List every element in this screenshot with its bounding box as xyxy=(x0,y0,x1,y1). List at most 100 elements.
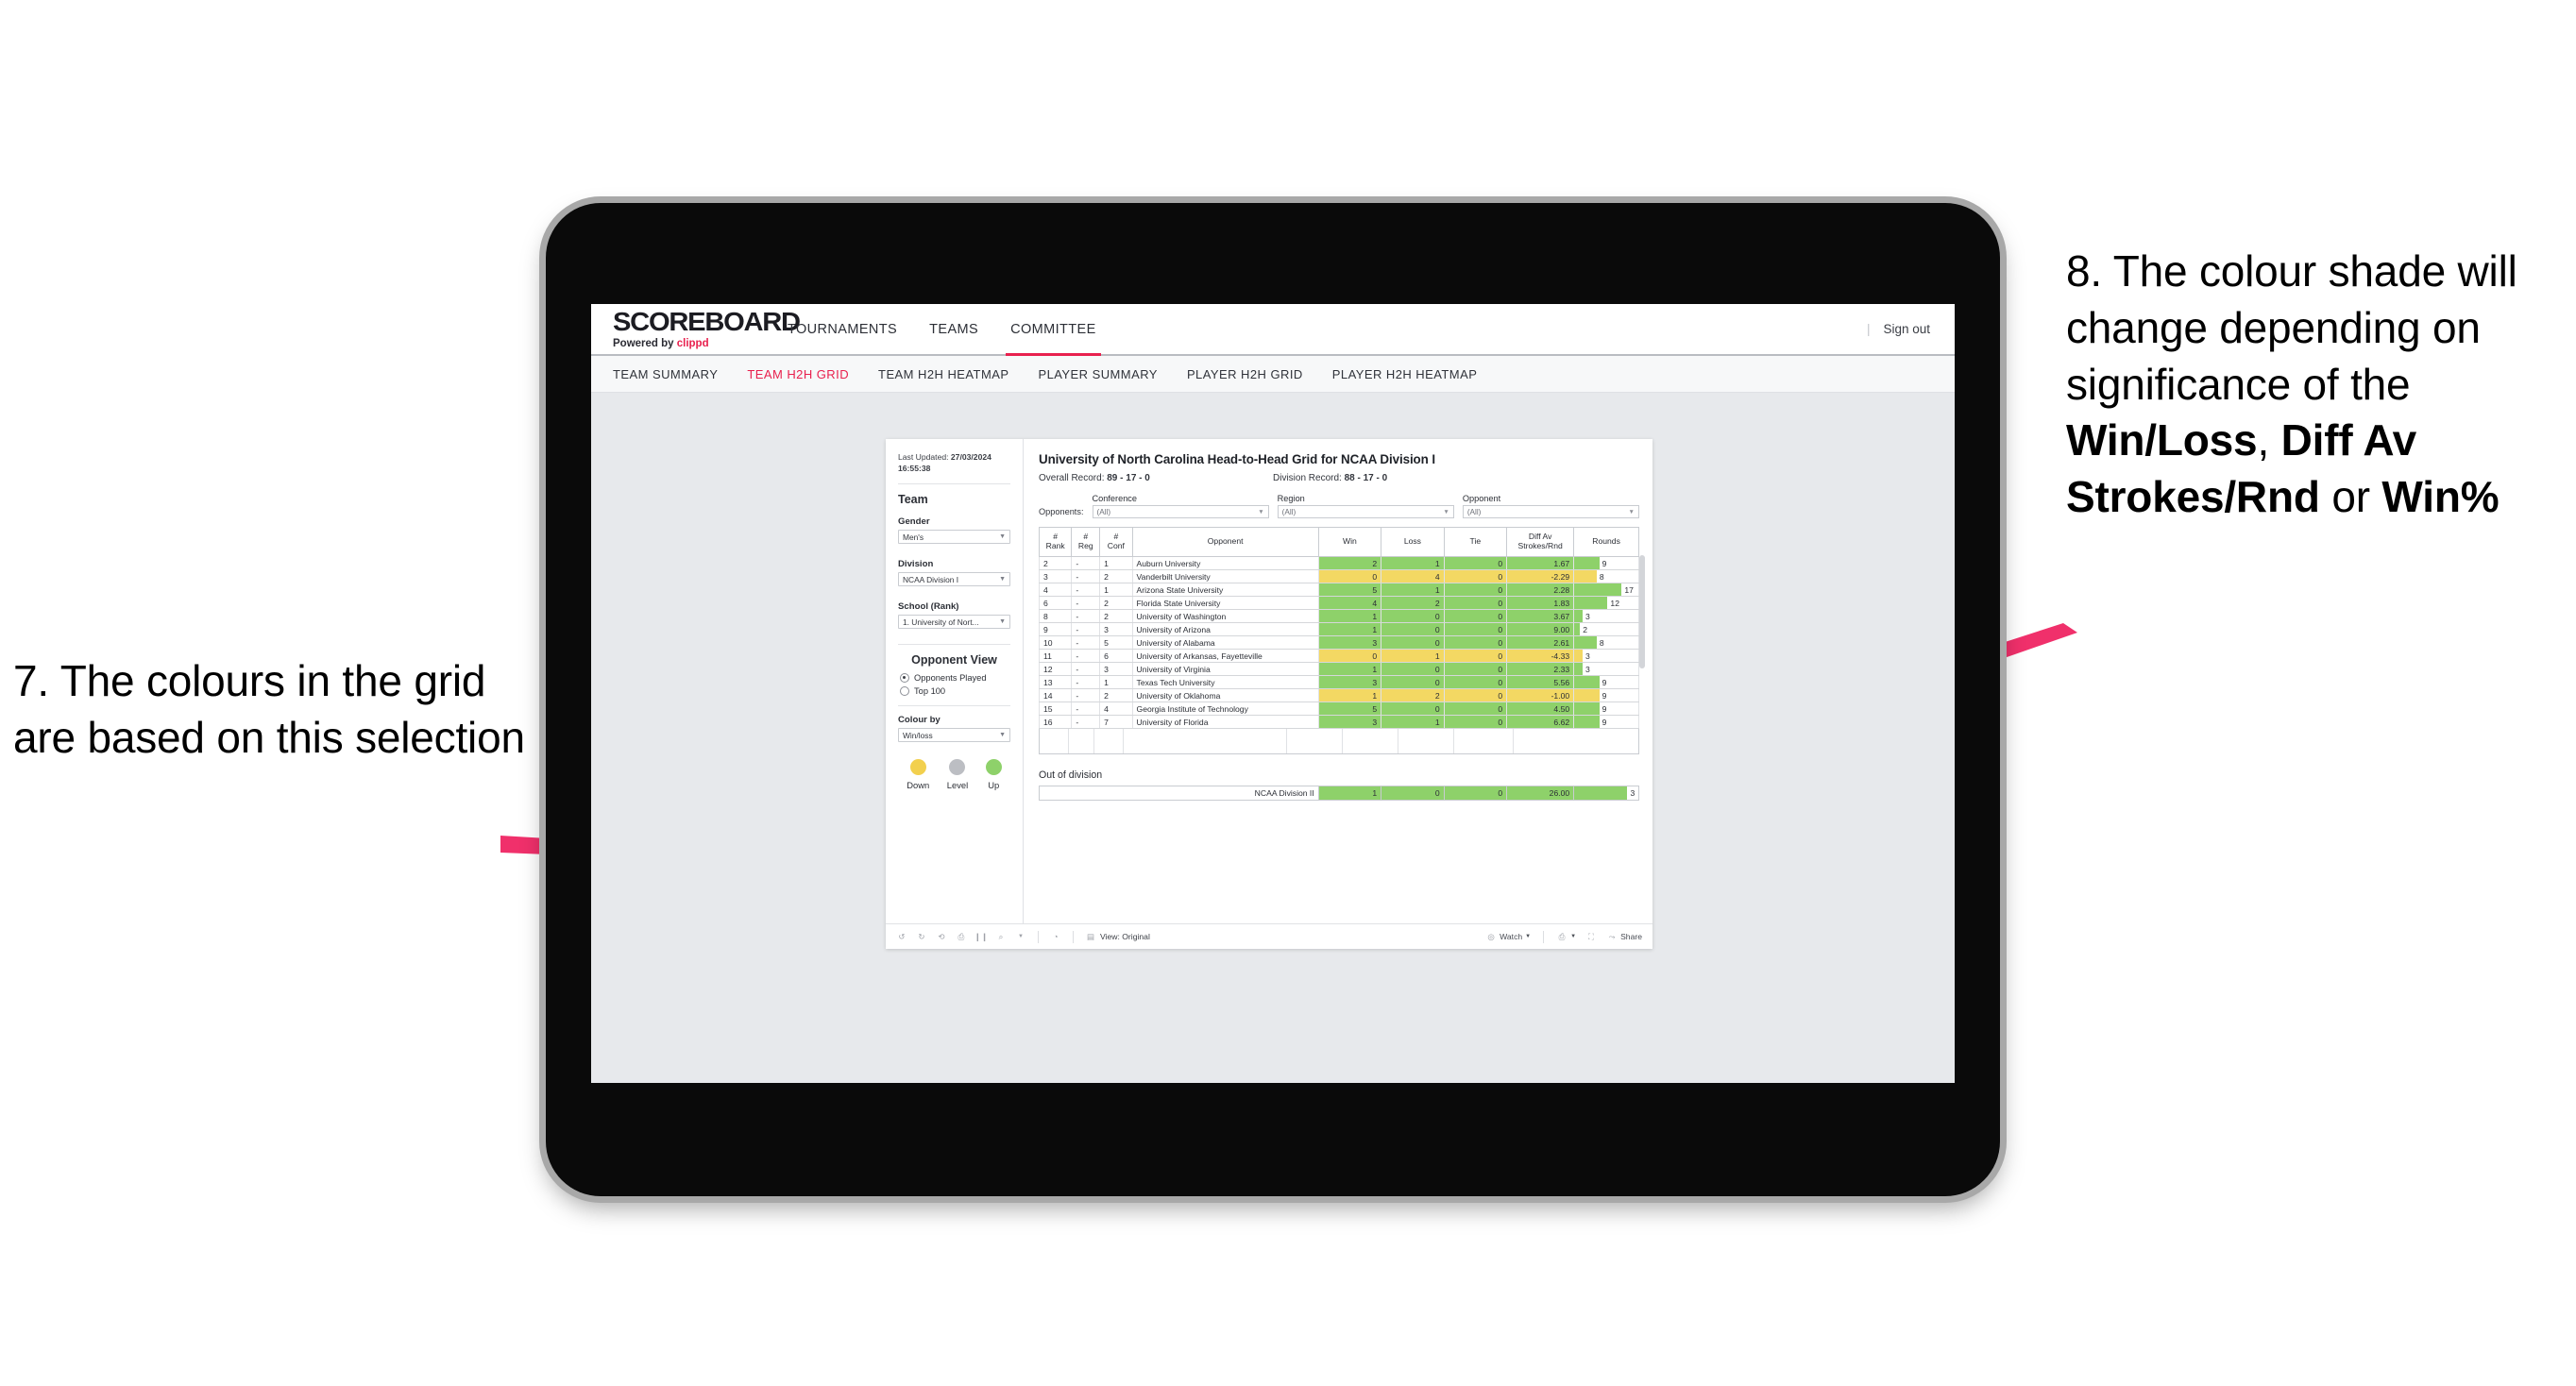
table-row[interactable]: 9-3 University of Arizona 1 0 0 9.00 2 xyxy=(1038,622,1639,636)
annotation-right-mid2: or xyxy=(2319,472,2382,522)
table-row[interactable]: 8-2 University of Washington 1 0 0 3.67 3 xyxy=(1038,609,1639,623)
cell-conf: 2 xyxy=(1099,569,1133,583)
subnav-item-player-summary[interactable]: PLAYER SUMMARY xyxy=(1038,367,1157,381)
cell-win: 3 xyxy=(1317,715,1382,729)
topnav-item-teams[interactable]: TEAMS xyxy=(913,304,994,354)
col-conf: # Conf xyxy=(1099,527,1133,557)
cell-win: 4 xyxy=(1317,596,1382,610)
radio-opponents-played-label: Opponents Played xyxy=(914,673,987,684)
cell-rounds: 8 xyxy=(1573,569,1639,583)
redo-icon[interactable]: ↻ xyxy=(916,931,927,942)
fullscreen-button[interactable]: ⛶ xyxy=(1585,931,1597,942)
watch-label: Watch xyxy=(1500,932,1523,941)
cell-diff: 1.67 xyxy=(1506,556,1575,570)
refresh-icon[interactable]: ⎙ xyxy=(956,931,967,942)
cell-reg: - xyxy=(1071,715,1101,729)
cell-loss: 0 xyxy=(1381,609,1445,623)
divider xyxy=(898,483,1010,485)
subnav-item-team-h2h-grid[interactable]: TEAM H2H GRID xyxy=(747,367,849,381)
cell-diff: 3.67 xyxy=(1506,609,1575,623)
overall-record-value: 89 - 17 - 0 xyxy=(1107,473,1150,483)
opponent-filter: Opponent (All) ▼ xyxy=(1462,494,1639,518)
cell-conf: 6 xyxy=(1099,649,1133,663)
cell-conf: 1 xyxy=(1099,675,1133,689)
radio-opponents-played[interactable]: Opponents Played xyxy=(900,673,1010,684)
subnav-item-player-h2h-grid[interactable]: PLAYER H2H GRID xyxy=(1187,367,1303,381)
table-row[interactable]: 3-2 Vanderbilt University 0 4 0 -2.29 8 xyxy=(1038,569,1639,583)
table-row[interactable]: 16-7 University of Florida 3 1 0 6.62 9 xyxy=(1038,715,1639,729)
gender-select[interactable]: Men's ▼ xyxy=(898,530,1010,545)
cell-reg: - xyxy=(1071,583,1101,597)
chevron-down-icon[interactable]: ▼ xyxy=(1015,931,1026,942)
pause-icon[interactable]: ❙❙ xyxy=(974,931,988,942)
subnav-item-team-summary[interactable]: TEAM SUMMARY xyxy=(613,367,718,381)
divider xyxy=(1543,930,1545,943)
reset-icon[interactable]: ⌕ xyxy=(995,931,1007,942)
cell-tie: 0 xyxy=(1443,622,1508,636)
grid-scrollbar[interactable] xyxy=(1639,555,1645,668)
revert-icon[interactable]: ⟲ xyxy=(936,931,947,942)
school-select[interactable]: 1. University of Nort... ▼ xyxy=(898,615,1010,630)
col-tie: Tie xyxy=(1443,527,1508,557)
cell-rank: 2 xyxy=(1038,556,1073,570)
division-record-value: 88 - 17 - 0 xyxy=(1344,473,1388,483)
conference-filter: Conference (All) ▼ xyxy=(1092,494,1269,518)
view-original-button[interactable]: ▤ View: Original xyxy=(1085,931,1150,942)
table-row[interactable]: 6-2 Florida State University 4 2 0 1.83 12 xyxy=(1038,596,1639,610)
cell-loss: 1 xyxy=(1381,583,1445,597)
annotation-right-bold1: Win/Loss xyxy=(2066,415,2258,465)
tablet-screen: SCOREBOARD Powered by clippd TOURNAMENTS… xyxy=(591,304,1955,1083)
signout-link[interactable]: Sign out xyxy=(1883,322,1930,336)
table-row[interactable]: 2-1 Auburn University 2 1 0 1.67 9 xyxy=(1038,556,1639,570)
division-select[interactable]: NCAA Division I ▼ xyxy=(898,572,1010,587)
fullscreen-icon: ⛶ xyxy=(1588,931,1595,941)
cell-loss: 0 xyxy=(1381,635,1445,650)
undo-icon[interactable]: ↺ xyxy=(896,931,907,942)
cell-diff: -4.33 xyxy=(1506,649,1575,663)
topnav-item-tournaments[interactable]: TOURNAMENTS xyxy=(771,304,913,354)
cell-diff: 5.56 xyxy=(1506,675,1575,689)
table-row[interactable]: 14-2 University of Oklahoma 1 2 0 -1.00 9 xyxy=(1038,688,1639,702)
cell-diff: 2.61 xyxy=(1506,635,1575,650)
cell-tie: 0 xyxy=(1443,596,1508,610)
cell-tie: 0 xyxy=(1443,609,1508,623)
share-button[interactable]: ⤳ Share xyxy=(1606,931,1642,942)
radio-top-100[interactable]: Top 100 xyxy=(900,686,1010,697)
opponent-filter-select[interactable]: (All) ▼ xyxy=(1462,505,1639,518)
cell-tie: 0 xyxy=(1443,583,1508,597)
col-win: Win xyxy=(1317,527,1382,557)
table-row[interactable]: 15-4 Georgia Institute of Technology 5 0 0 4.… xyxy=(1038,701,1639,716)
col-reg-l1: # xyxy=(1083,532,1089,542)
cell-rank: 14 xyxy=(1038,688,1073,702)
chevron-down-icon: ▼ xyxy=(1258,508,1264,516)
topnav-item-committee[interactable]: COMMITTEE xyxy=(994,304,1112,356)
table-row[interactable]: 4-1 Arizona State University 5 1 0 2.28 17 xyxy=(1038,583,1639,597)
download-button[interactable]: ⎙ ▼ xyxy=(1556,931,1576,942)
history-icon[interactable]: ◔ xyxy=(1050,931,1061,942)
download-icon: ⎙ xyxy=(1558,931,1566,941)
conference-filter-select[interactable]: (All) ▼ xyxy=(1092,505,1269,518)
watch-button[interactable]: ◎ Watch ▼ xyxy=(1485,931,1531,942)
brand-logo[interactable]: SCOREBOARD Powered by clippd xyxy=(591,309,801,350)
opponent-filters: Opponents: Conference (All) ▼ Region (Al… xyxy=(1039,494,1639,518)
subnav-item-team-h2h-heatmap[interactable]: TEAM H2H HEATMAP xyxy=(878,367,1008,381)
cell-win: 1 xyxy=(1317,688,1382,702)
cell-loss: 1 xyxy=(1381,556,1445,570)
legend-dot-up xyxy=(985,759,1002,776)
table-row[interactable]: 12-3 University of Virginia 1 0 0 2.33 3 xyxy=(1038,662,1639,676)
school-label: School (Rank) xyxy=(898,601,959,613)
cell-opponent: Arizona State University xyxy=(1131,583,1319,597)
viz-toolbar: ↺ ↻ ⟲ ⎙ ❙❙ ⌕ ▼ ◔ ▤ View: Original ◎ Watc… xyxy=(886,923,1652,949)
table-row[interactable]: 11-6 University of Arkansas, Fayetteville… xyxy=(1038,649,1639,663)
cell-win: 5 xyxy=(1317,701,1382,716)
col-diff-l1: Diff Av xyxy=(1528,532,1552,542)
chevron-down-icon: ▼ xyxy=(1628,508,1635,516)
cell-diff: 4.50 xyxy=(1506,701,1575,716)
colour-by-select[interactable]: Win/loss ▼ xyxy=(898,728,1010,743)
table-row[interactable]: 10-5 University of Alabama 3 0 0 2.61 8 xyxy=(1038,635,1639,650)
cell-win: 3 xyxy=(1317,675,1382,689)
subnav-item-player-h2h-heatmap[interactable]: PLAYER H2H HEATMAP xyxy=(1332,367,1478,381)
legend-item-level: Level xyxy=(947,759,968,790)
region-filter-select[interactable]: (All) ▼ xyxy=(1277,505,1454,518)
table-row[interactable]: 13-1 Texas Tech University 3 0 0 5.56 9 xyxy=(1038,675,1639,689)
